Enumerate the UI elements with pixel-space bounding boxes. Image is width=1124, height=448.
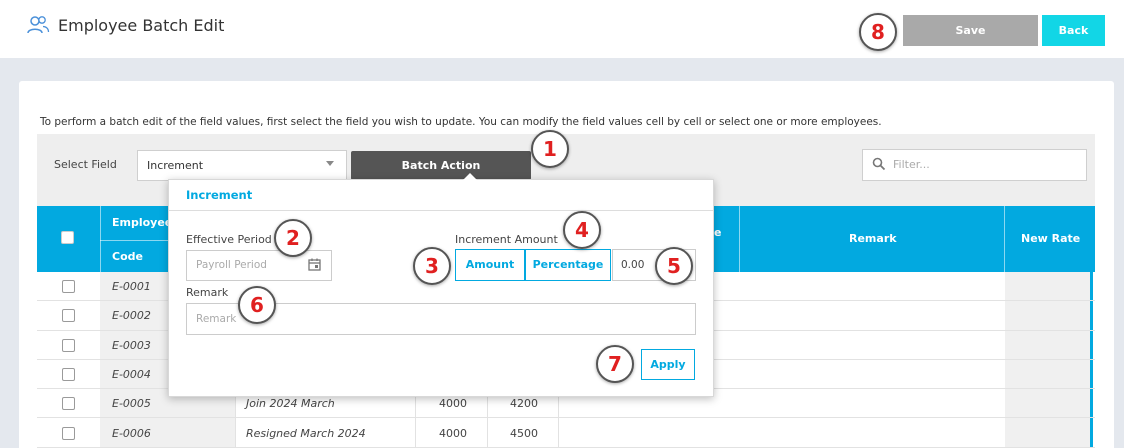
marker-6: 6	[238, 286, 276, 324]
row-old-rate: 4000	[439, 397, 467, 411]
back-button[interactable]: Back	[1042, 15, 1105, 46]
row-new-rate: 4500	[510, 426, 538, 440]
row-checkbox[interactable]	[62, 309, 75, 323]
header-new-rate: New Rate	[1021, 232, 1081, 245]
row-remark: Resigned March 2024	[246, 426, 366, 440]
increment-amount-label: Increment Amount	[455, 233, 558, 246]
amount-button[interactable]: Amount	[455, 249, 525, 281]
period-placeholder: Payroll Period	[196, 259, 267, 271]
table-row[interactable]	[37, 419, 1095, 448]
popup-divider	[169, 210, 713, 211]
header-divider	[100, 240, 168, 241]
popup-title: Increment	[186, 188, 253, 202]
calendar-icon[interactable]	[308, 258, 321, 271]
header-employee: Employee	[112, 216, 173, 229]
row-code: E-0001	[112, 280, 151, 293]
batch-action-button[interactable]: Batch Action	[351, 151, 531, 180]
marker-4: 4	[563, 211, 601, 249]
select-all-checkbox[interactable]	[61, 231, 74, 244]
search-icon	[872, 157, 886, 171]
filter-input[interactable]	[893, 152, 1078, 176]
marker-8: 8	[859, 13, 897, 51]
chevron-down-icon	[326, 161, 334, 166]
select-field-value: Increment	[147, 159, 204, 172]
remark-placeholder: Remark	[196, 313, 237, 325]
row-code: E-0002	[112, 309, 151, 323]
effective-period-label: Effective Period	[186, 233, 272, 246]
marker-7: 7	[596, 345, 634, 383]
row-code: E-0005	[112, 397, 151, 411]
row-new-rate: 4200	[510, 397, 538, 411]
row-checkbox[interactable]	[62, 426, 75, 440]
save-button[interactable]: Save	[903, 15, 1038, 46]
header-rate-partial: e	[714, 226, 722, 239]
instruction-text: To perform a batch edit of the field val…	[40, 116, 882, 128]
row-code: E-0004	[112, 367, 151, 381]
header-divider	[1004, 206, 1005, 272]
select-field-label: Select Field	[54, 158, 117, 171]
row-code: E-0003	[112, 338, 151, 352]
row-checkbox[interactable]	[62, 280, 75, 293]
header-code: Code	[112, 250, 143, 263]
percentage-button[interactable]: Percentage	[525, 249, 611, 281]
marker-5: 5	[655, 247, 693, 285]
header-remark: Remark	[849, 232, 897, 245]
users-icon	[27, 16, 50, 34]
header-divider	[739, 206, 740, 272]
marker-1: 1	[531, 130, 569, 168]
amount-value: 0.00	[621, 259, 645, 271]
marker-3: 3	[413, 247, 451, 285]
row-checkbox[interactable]	[62, 367, 75, 381]
page-title: Employee Batch Edit	[58, 16, 225, 35]
row-checkbox[interactable]	[62, 338, 75, 352]
row-remark: Join 2024 March	[246, 397, 335, 411]
popup-arrow	[463, 173, 477, 180]
apply-button[interactable]: Apply	[641, 349, 695, 380]
header-divider	[100, 206, 101, 272]
remark-label: Remark	[186, 286, 229, 299]
row-code: E-0006	[112, 426, 151, 440]
row-checkbox[interactable]	[62, 397, 75, 411]
marker-2: 2	[274, 219, 312, 257]
row-old-rate: 4000	[439, 426, 467, 440]
